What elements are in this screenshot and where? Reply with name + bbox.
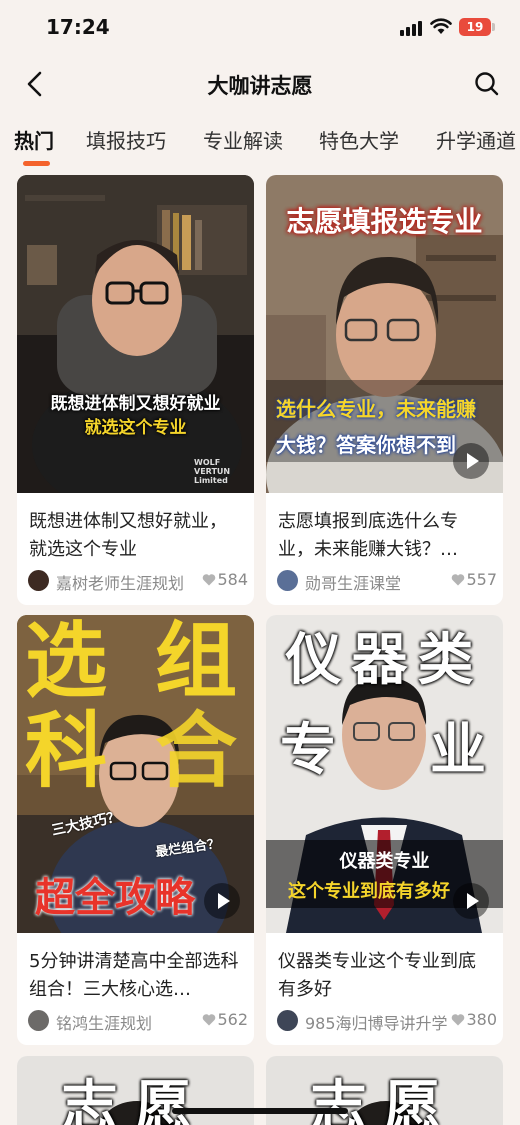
video-thumbnail[interactable]: 志愿填报选专业 选什么专业，未来能赚 大钱？答案你想不到 bbox=[266, 175, 503, 493]
heart-icon bbox=[452, 1014, 465, 1026]
active-tab-indicator bbox=[23, 161, 50, 166]
card-title[interactable]: 5分钟讲清楚高中全部选科组合！三大核心选… bbox=[29, 948, 243, 1004]
thumbnail-caption: 既想进体制又想好就业 bbox=[50, 394, 221, 414]
card-meta: 985海归博导讲升学 380 bbox=[277, 1009, 497, 1033]
thumbnail-headline: 选 bbox=[25, 615, 108, 709]
card-title[interactable]: 仪器类专业这个专业到底有多好 bbox=[278, 948, 492, 1004]
video-card[interactable]: 既想进体制又想好就业 就选这个专业 WOLF VERTUN Limited 既想… bbox=[17, 175, 254, 605]
play-icon[interactable] bbox=[453, 443, 489, 479]
card-title[interactable]: 志愿填报到底选什么专业，未来能赚大钱？… bbox=[278, 508, 492, 564]
thumbnail-headline: 专 bbox=[280, 718, 336, 783]
video-thumbnail[interactable]: 选 组 科 合 三大技巧？ 最烂组合？ 超全攻略 bbox=[17, 615, 254, 933]
tab-major-interpretation[interactable]: 专业解读 bbox=[203, 125, 283, 154]
video-card[interactable]: 志愿 bbox=[266, 1056, 503, 1125]
battery-tip bbox=[492, 23, 495, 31]
like-count[interactable]: 380 bbox=[451, 1010, 497, 1029]
thumbnail-headline: 业 bbox=[430, 718, 486, 783]
card-title[interactable]: 既想进体制又想好就业，就选这个专业 bbox=[29, 508, 243, 564]
thumbnail-caption: 就选这个专业 bbox=[84, 418, 187, 438]
avatar[interactable] bbox=[28, 1010, 49, 1031]
video-thumbnail[interactable]: 既想进体制又想好就业 就选这个专业 WOLF VERTUN Limited bbox=[17, 175, 254, 493]
like-count-value: 380 bbox=[466, 1010, 497, 1029]
nav-bar: 大咖讲志愿 bbox=[0, 60, 520, 108]
play-icon[interactable] bbox=[204, 883, 240, 919]
like-count[interactable]: 557 bbox=[451, 570, 497, 589]
card-meta: 勋哥生涯课堂 557 bbox=[277, 569, 497, 593]
author-name[interactable]: 铭鸿生涯规划 bbox=[56, 1010, 206, 1034]
shirt-logo-line: VERTUN bbox=[194, 467, 231, 476]
like-count[interactable]: 584 bbox=[202, 570, 248, 589]
like-count-value: 584 bbox=[217, 570, 248, 589]
heart-icon bbox=[203, 1014, 216, 1026]
video-card[interactable]: 志愿 bbox=[17, 1056, 254, 1125]
author-name[interactable]: 985海归博导讲升学 bbox=[305, 1010, 470, 1034]
like-count-value: 562 bbox=[217, 1010, 248, 1029]
shirt-logo: WOLF VERTUN Limited bbox=[194, 458, 250, 485]
video-card[interactable]: 选 组 科 合 三大技巧？ 最烂组合？ 超全攻略 5分钟讲清楚高中全部选科组合！… bbox=[17, 615, 254, 1045]
status-time: 17:24 bbox=[46, 15, 110, 39]
thumbnail-headline: 志愿 bbox=[61, 1075, 210, 1125]
home-indicator[interactable] bbox=[172, 1108, 348, 1114]
heart-icon bbox=[452, 574, 465, 586]
status-bar: 17:24 19 bbox=[0, 0, 520, 56]
shirt-logo-line: WOLF bbox=[194, 458, 221, 467]
video-thumbnail[interactable]: 仪器类 专 业 仪器类专业 这个专业到底有多好 bbox=[266, 615, 503, 933]
thumbnail-headline: 科 bbox=[25, 704, 108, 799]
video-card[interactable]: 志愿填报选专业 选什么专业，未来能赚 大钱？答案你想不到 志愿填报到底选什么专业… bbox=[266, 175, 503, 605]
category-tabs: 热门 填报技巧 专业解读 特色大学 升学通道 bbox=[0, 120, 520, 170]
tab-filling-tips[interactable]: 填报技巧 bbox=[86, 125, 166, 154]
avatar[interactable] bbox=[28, 570, 49, 591]
author-name[interactable]: 勋哥生涯课堂 bbox=[305, 570, 455, 594]
thumbnail-caption: 仪器类专业 bbox=[339, 851, 430, 872]
page-title: 大咖讲志愿 bbox=[207, 74, 313, 98]
card-meta: 嘉树老师生涯规划 584 bbox=[28, 569, 248, 593]
thumbnail-headline: 志愿填报选专业 bbox=[286, 205, 483, 238]
tab-advancement-channels[interactable]: 升学通道 bbox=[436, 125, 516, 154]
search-icon[interactable] bbox=[472, 69, 502, 99]
thumbnail-headline: 志愿 bbox=[310, 1075, 459, 1125]
tab-hot[interactable]: 热门 bbox=[14, 125, 54, 154]
thumbnail-caption: 选什么专业，未来能赚 bbox=[276, 397, 476, 421]
video-thumbnail[interactable]: 志愿 bbox=[17, 1056, 254, 1125]
thumbnail-headline: 仪器类 bbox=[285, 628, 484, 693]
heart-icon bbox=[203, 574, 216, 586]
card-meta: 铭鸿生涯规划 562 bbox=[28, 1009, 248, 1033]
wifi-icon bbox=[430, 18, 452, 34]
author-name[interactable]: 嘉树老师生涯规划 bbox=[56, 570, 206, 594]
cellular-signal-icon bbox=[400, 20, 424, 36]
video-thumbnail[interactable]: 志愿 bbox=[266, 1056, 503, 1125]
avatar[interactable] bbox=[277, 1010, 298, 1031]
thumbnail-headline: 合 bbox=[155, 704, 238, 799]
avatar[interactable] bbox=[277, 570, 298, 591]
tab-featured-universities[interactable]: 特色大学 bbox=[319, 125, 399, 154]
video-card[interactable]: 仪器类 专 业 仪器类专业 这个专业到底有多好 仪器类专业这个专业到底有多好 9… bbox=[266, 615, 503, 1045]
like-count-value: 557 bbox=[466, 570, 497, 589]
battery-level: 19 bbox=[459, 18, 491, 36]
like-count[interactable]: 562 bbox=[202, 1010, 248, 1029]
thumbnail-headline: 组 bbox=[155, 615, 238, 709]
play-icon[interactable] bbox=[453, 883, 489, 919]
shirt-logo-line: Limited bbox=[194, 476, 228, 485]
